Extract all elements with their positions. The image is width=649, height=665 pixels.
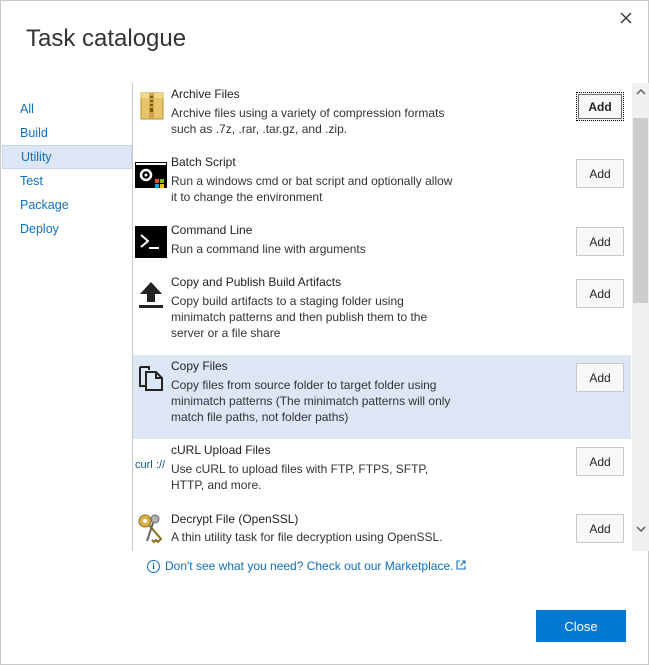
task-name: Decrypt File (OpenSSL): [171, 512, 299, 526]
task-description: Run a windows cmd or bat script and opti…: [171, 174, 453, 204]
sidebar-item-utility[interactable]: Utility: [2, 145, 132, 169]
add-copy-publish-button[interactable]: Add: [576, 279, 624, 308]
svg-text:://: ://: [156, 459, 166, 471]
add-command-line-button[interactable]: Add: [576, 227, 624, 256]
sidebar-item-build[interactable]: Build: [1, 121, 132, 145]
task-name: Batch Script: [171, 155, 236, 169]
add-archive-files-button[interactable]: Add: [576, 92, 624, 121]
task-description: Archive files using a variety of compres…: [171, 106, 445, 136]
task-row-curl-upload[interactable]: curl :// cURL Upload Files Use cURL to u…: [133, 439, 631, 507]
category-sidebar: All Build Utility Test Package Deploy: [1, 97, 132, 241]
task-name: Archive Files: [171, 87, 240, 101]
task-row-archive-files[interactable]: Archive Files Archive files using a vari…: [133, 83, 631, 151]
add-decrypt-file-button[interactable]: Add: [576, 514, 624, 543]
external-link-icon: [456, 559, 467, 573]
task-row-copy-publish-artifacts[interactable]: Copy and Publish Build Artifacts Copy bu…: [133, 271, 631, 355]
info-icon: i: [147, 559, 160, 573]
add-curl-upload-button[interactable]: Add: [576, 447, 624, 476]
task-description: A thin utility task for file decryption …: [171, 530, 443, 544]
task-row-command-line[interactable]: Command Line Run a command line with arg…: [133, 219, 631, 271]
task-name: Copy Files: [171, 359, 228, 373]
close-button[interactable]: Close: [536, 610, 626, 642]
archive-zip-icon: [135, 89, 167, 121]
task-row-copy-files[interactable]: Copy Files Copy files from source folder…: [133, 355, 631, 439]
task-list: Archive Files Archive files using a vari…: [133, 83, 631, 551]
task-catalogue-dialog: Task catalogue All Build Utility Test Pa…: [0, 0, 649, 665]
task-name: cURL Upload Files: [171, 443, 271, 457]
marketplace-link[interactable]: i Don't see what you need? Check out our…: [147, 559, 467, 573]
dialog-title: Task catalogue: [26, 25, 187, 52]
curl-icon: curl ://: [135, 447, 167, 479]
command-line-icon: [135, 226, 167, 258]
scroll-thumb[interactable]: [633, 118, 648, 303]
keys-icon: [135, 511, 167, 544]
task-description: Copy build artifacts to a staging folder…: [171, 294, 428, 340]
sidebar-item-deploy[interactable]: Deploy: [1, 217, 132, 241]
add-copy-files-button[interactable]: Add: [576, 363, 624, 392]
task-row-batch-script[interactable]: Batch Script Run a windows cmd or bat sc…: [133, 151, 631, 219]
sidebar-item-package[interactable]: Package: [1, 193, 132, 217]
scroll-down-icon[interactable]: [632, 521, 649, 538]
close-icon[interactable]: [615, 7, 637, 29]
task-list-scrollbar[interactable]: [632, 83, 649, 551]
add-batch-script-button[interactable]: Add: [576, 159, 624, 188]
sidebar-item-all[interactable]: All: [1, 97, 132, 121]
scroll-up-icon[interactable]: [632, 83, 649, 100]
batch-script-icon: [135, 160, 167, 192]
task-name: Command Line: [171, 223, 253, 237]
sidebar-item-test[interactable]: Test: [1, 169, 132, 193]
copy-files-icon: [135, 362, 167, 394]
task-description: Copy files from source folder to target …: [171, 378, 451, 424]
marketplace-link-text[interactable]: Don't see what you need? Check out our M…: [165, 559, 453, 573]
task-description: Run a command line with arguments: [171, 242, 366, 256]
task-name: Copy and Publish Build Artifacts: [171, 275, 342, 289]
svg-text:curl: curl: [135, 459, 153, 471]
task-description: Use cURL to upload files with FTP, FTPS,…: [171, 462, 429, 492]
upload-arrow-icon: [135, 279, 167, 311]
task-row-decrypt-file[interactable]: Decrypt File (OpenSSL) A thin utility ta…: [133, 507, 631, 551]
